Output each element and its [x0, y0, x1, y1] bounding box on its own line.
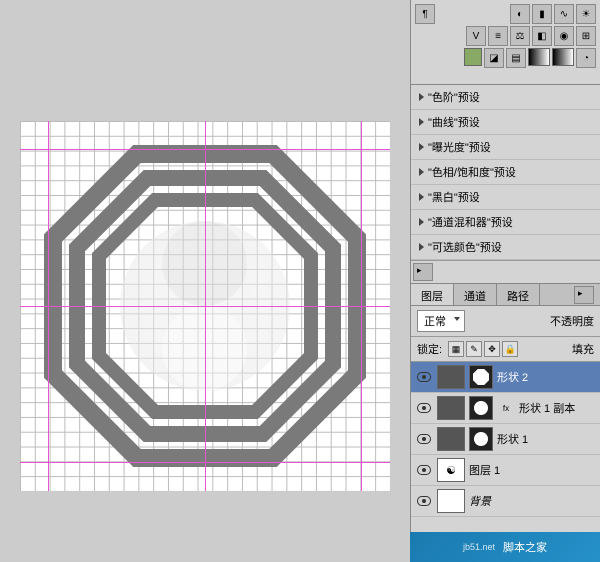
preset-exposure[interactable]: "曝光度"预设: [411, 135, 600, 160]
adjust-icon[interactable]: ◐: [510, 4, 530, 24]
fill-label: 填充: [572, 341, 594, 357]
arrow-icon: [419, 93, 424, 101]
exposure-icon[interactable]: ☀: [576, 4, 596, 24]
preset-label: "通道混和器"预设: [428, 214, 513, 230]
arrow-icon: [419, 218, 424, 226]
octagon-icon: [473, 369, 489, 385]
preset-selective-color[interactable]: "可选颜色"预设: [411, 235, 600, 260]
preset-curves[interactable]: "曲线"预设: [411, 110, 600, 135]
right-panel: ¶ ◐ ▮ ∿ ☀ V ≡ ⚖ ◧ ◉ ⊞ ◪ ▤ ◔ "色阶"预设 "曲线"预…: [410, 0, 600, 562]
tab-layers[interactable]: 图层: [411, 284, 454, 305]
gradient-icon[interactable]: [528, 48, 550, 66]
curves-icon[interactable]: ∿: [554, 4, 574, 24]
vector-mask-thumb[interactable]: [469, 427, 493, 451]
document-canvas[interactable]: [20, 121, 390, 491]
tab-channels[interactable]: 通道: [454, 284, 497, 305]
visibility-toggle[interactable]: [415, 431, 433, 447]
layer-1[interactable]: ☯ 图层 1: [411, 455, 600, 486]
layers-tabs: 图层 通道 路径: [411, 284, 600, 306]
visibility-toggle[interactable]: [415, 369, 433, 385]
layers-list: 形状 2 fx 形状 1 副本 形状 1 ☯ 图层 1 背景: [411, 362, 600, 517]
preset-label: "可选颜色"预设: [428, 239, 502, 255]
eye-icon: [417, 403, 431, 413]
arrow-icon: [419, 168, 424, 176]
layer-name[interactable]: 图层 1: [469, 462, 596, 478]
eye-icon: [417, 465, 431, 475]
layer-thumb[interactable]: ☯: [437, 458, 465, 482]
visibility-toggle[interactable]: [415, 400, 433, 416]
swatch-icon[interactable]: [464, 48, 482, 66]
circle-icon: [474, 432, 488, 446]
paragraph-icon[interactable]: ¶: [415, 4, 435, 24]
preset-label: "曲线"预设: [428, 114, 480, 130]
preset-hue-sat[interactable]: "色相/饱和度"预设: [411, 160, 600, 185]
bw-icon[interactable]: ◧: [532, 26, 552, 46]
layer-thumb[interactable]: [437, 365, 465, 389]
arrow-icon: [419, 118, 424, 126]
arrow-icon: [419, 193, 424, 201]
adjustments-toolbar: ¶ ◐ ▮ ∿ ☀ V ≡ ⚖ ◧ ◉ ⊞ ◪ ▤ ◔: [411, 0, 600, 85]
lock-transparency-icon[interactable]: ▦: [448, 341, 464, 357]
lock-label: 锁定:: [417, 341, 442, 357]
preset-label: "色阶"预设: [428, 89, 480, 105]
layer-shape-1[interactable]: 形状 1: [411, 424, 600, 455]
watermark-text: 脚本之家: [503, 539, 547, 555]
layer-thumb[interactable]: [437, 489, 465, 513]
layer-background[interactable]: 背景: [411, 486, 600, 517]
layer-shape-2[interactable]: 形状 2: [411, 362, 600, 393]
vector-mask-thumb[interactable]: [469, 396, 493, 420]
tab-paths[interactable]: 路径: [497, 284, 540, 305]
blend-mode-select[interactable]: 正常: [417, 310, 465, 332]
balance-icon[interactable]: ⚖: [510, 26, 530, 46]
layer-name[interactable]: 形状 1 副本: [519, 400, 596, 416]
circle-icon: [474, 401, 488, 415]
opacity-label: 不透明度: [550, 313, 594, 329]
watermark-url: jb51.net: [463, 542, 495, 552]
vibrance-icon[interactable]: V: [466, 26, 486, 46]
presets-panel: "色阶"预设 "曲线"预设 "曝光度"预设 "色相/饱和度"预设 "黑白"预设 …: [411, 85, 600, 284]
vector-mask-thumb[interactable]: [469, 365, 493, 389]
hue-icon[interactable]: ≡: [488, 26, 508, 46]
preset-bw[interactable]: "黑白"预设: [411, 185, 600, 210]
preset-channel-mixer[interactable]: "通道混和器"预设: [411, 210, 600, 235]
layer-name[interactable]: 形状 1: [497, 431, 596, 447]
panel-menu-icon[interactable]: [413, 263, 433, 281]
arrow-icon: [419, 143, 424, 151]
shape-artwork: [20, 121, 390, 491]
lock-position-icon[interactable]: ✥: [484, 341, 500, 357]
visibility-toggle[interactable]: [415, 462, 433, 478]
layer-name[interactable]: 形状 2: [497, 369, 596, 385]
preset-levels[interactable]: "色阶"预设: [411, 85, 600, 110]
lock-pixels-icon[interactable]: ✎: [466, 341, 482, 357]
layers-menu-icon[interactable]: [574, 286, 594, 304]
watermark: jb51.net 脚本之家: [410, 532, 600, 562]
preset-label: "色相/饱和度"预设: [428, 164, 516, 180]
eye-icon: [417, 372, 431, 382]
layer-name[interactable]: 背景: [469, 493, 596, 509]
layer-shape-1-copy[interactable]: fx 形状 1 副本: [411, 393, 600, 424]
layer-thumb[interactable]: [437, 427, 465, 451]
mixer-icon[interactable]: ⊞: [576, 26, 596, 46]
eye-icon: [417, 434, 431, 444]
canvas-area[interactable]: [0, 0, 410, 562]
lock-row: 锁定: ▦ ✎ ✥ 🔒 填充: [411, 337, 600, 362]
arrow-icon: [419, 243, 424, 251]
preset-label: "曝光度"预设: [428, 139, 491, 155]
preset-label: "黑白"预设: [428, 189, 480, 205]
visibility-toggle[interactable]: [415, 493, 433, 509]
eye-icon: [417, 496, 431, 506]
posterize-icon[interactable]: ▤: [506, 48, 526, 68]
blend-row: 正常 不透明度: [411, 306, 600, 337]
fx-badge[interactable]: fx: [497, 401, 515, 415]
lock-all-icon[interactable]: 🔒: [502, 341, 518, 357]
invert-icon[interactable]: ◪: [484, 48, 504, 68]
photo-filter-icon[interactable]: ◉: [554, 26, 574, 46]
selective-icon[interactable]: ◔: [576, 48, 596, 68]
gradient-map-icon[interactable]: [552, 48, 574, 66]
levels-icon[interactable]: ▮: [532, 4, 552, 24]
layer-thumb[interactable]: [437, 396, 465, 420]
